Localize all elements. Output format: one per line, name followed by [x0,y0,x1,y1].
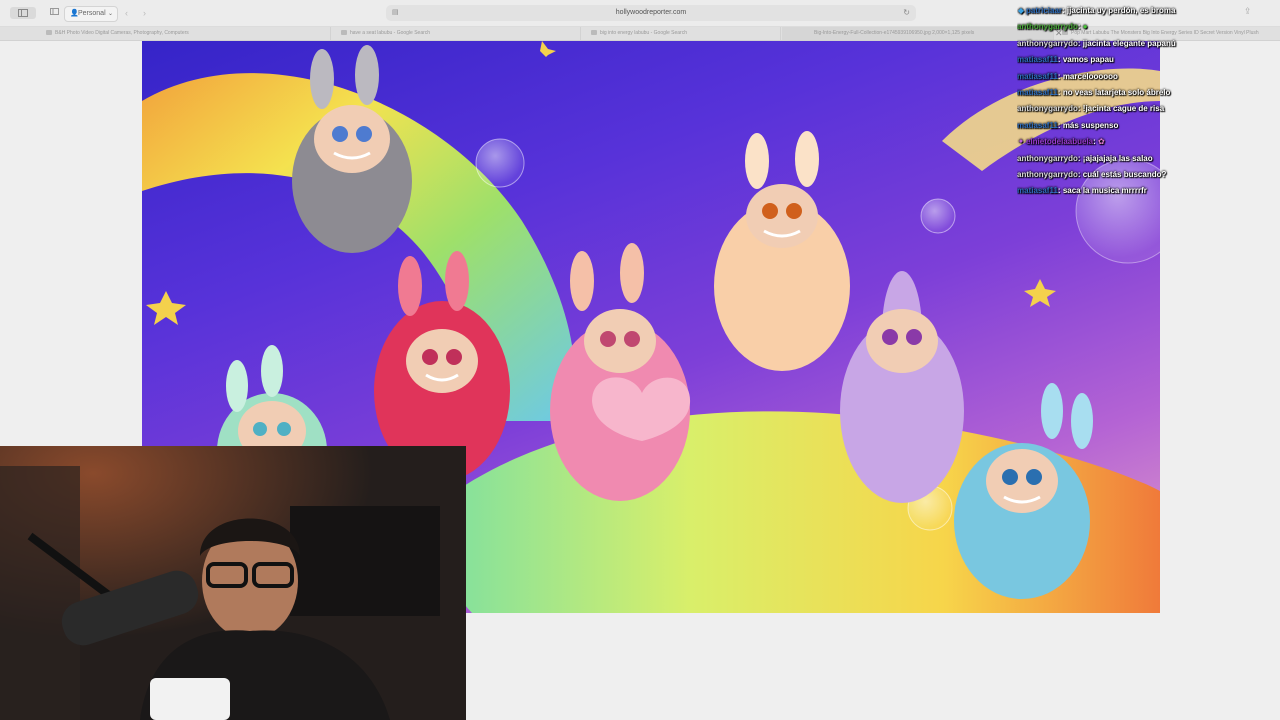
background-monitor [290,506,440,616]
chat-message: matiasaf11: no veas latarjeta solo ábrel… [1017,87,1171,97]
chat-username: anthonygarrydo [1017,153,1078,163]
chevron-left-icon[interactable]: ‹ [125,6,128,20]
star [540,41,556,57]
chat-message: anthonygarrydo: ¡ajajajaja las salao [1017,153,1153,163]
tab-title: Big-Into-Energy-Full-Collection-e1745939… [814,30,975,36]
star [146,291,186,325]
chat-username: matiasaf11 [1017,71,1058,81]
labubu-blue [954,383,1093,599]
tab-image-active[interactable]: Big-Into-Energy-Full-Collection-e1745939… [782,27,1054,40]
chat-username: matiasaf11 [1017,186,1058,196]
chat-message: anthonygarrydo: cuál estás buscando? [1017,169,1167,179]
sidebar-toggle-button[interactable] [10,7,36,19]
chevron-right-icon[interactable]: › [143,6,146,20]
chat-text: más suspenso [1062,120,1119,130]
profile-label: Personal [78,10,106,17]
sparkle-icon: ✦ [1017,137,1025,147]
chat-message: anthonygarrydo: !jacinta cague de risa [1017,104,1165,114]
chat-text: saca la musica mrrrrfr [1062,186,1147,196]
reload-icon[interactable]: ↻ [903,5,910,21]
tab-have-a-seat[interactable]: have a seat labubu - Google Search [335,27,581,40]
chat-text: ¡ajajajaja las salao [1082,153,1153,163]
shield-icon: ◆ [1017,6,1025,15]
address-bar[interactable]: ▤ hollywoodreporter.com ↻ [386,5,916,21]
labubu-lavender [840,271,964,503]
chat-text: jjacinta elegante papanú [1082,38,1176,48]
chat-message: matiasaf11: vamos papau [1017,55,1114,65]
bubble [920,198,956,234]
chat-username: matiasaf11 [1017,55,1058,65]
chat-message: anthonygarrydo: jjacinta elegante papanú [1017,38,1176,48]
tab-title: B&H Photo Video Digital Cameras, Photogr… [55,30,189,36]
tab-big-into-energy[interactable]: big into energy labubu - Google Search [585,27,781,40]
chat-username: patriciaar [1026,6,1063,15]
bubble [475,138,525,188]
tab-title: big into energy labubu - Google Search [600,30,688,36]
url-text: hollywoodreporter.com [615,9,687,16]
chat-username: anthonygarrydo [1017,169,1078,179]
chevron-down-icon: ⌄ [107,11,113,17]
labubu-grey [292,45,412,253]
favicon [341,30,347,36]
chat-username: anthonygarrydo [1017,22,1078,32]
chat-text: ● [1082,22,1088,32]
chat-username: elnietodelaabuela [1026,137,1094,147]
labubu-pink-heart [550,243,691,501]
chat-text: !jacinta cague de risa [1082,104,1165,114]
card-box [150,678,230,720]
profile-menu[interactable]: 👤 Personal ⌄ [64,6,118,22]
tab-bh-photo[interactable]: B&H Photo Video Digital Cameras, Photogr… [40,27,331,40]
favicon [46,30,52,36]
chat-username: anthonygarrydo [1017,104,1078,114]
chat-message: matiasaf11: más suspenso [1017,120,1119,130]
webcam-feed [0,446,466,720]
chat-text: marceloooooo [1062,71,1118,81]
star [1024,279,1056,307]
favicon [591,30,597,36]
chat-message: anthonygarrydo: ● [1017,22,1088,32]
chat-username: matiasaf11 [1017,120,1058,130]
stream-chat: ◆ patriciaar: jjacinta uy perdón, es brom… [1017,3,1280,200]
chat-message: ◆ patriciaar: jjacinta uy perdón, es brom… [1017,3,1280,19]
sidebar-icon [18,9,28,17]
chat-message: matiasaf11: saca la musica mrrrrfr [1017,186,1147,196]
chat-message: ✦ elnietodelaabuela: ✿ [1017,134,1280,150]
chat-text: vamos papau [1062,55,1114,65]
chat-username: matiasaf11 [1017,87,1058,97]
chat-text: cuál estás buscando? [1082,169,1167,179]
tab-title: have a seat labubu - Google Search [350,30,431,36]
page-icon: ▤ [392,9,399,16]
tab-overview-icon[interactable] [50,7,60,16]
chat-message: matiasaf11: marceloooooo [1017,71,1118,81]
chat-text: no veas latarjeta solo ábrelo [1062,87,1171,97]
chat-username: anthonygarrydo [1017,38,1078,48]
labubu-peach [714,131,850,371]
chat-text: jjacinta uy perdón, es broma [1066,6,1176,15]
chat-text: ✿ [1098,137,1105,147]
